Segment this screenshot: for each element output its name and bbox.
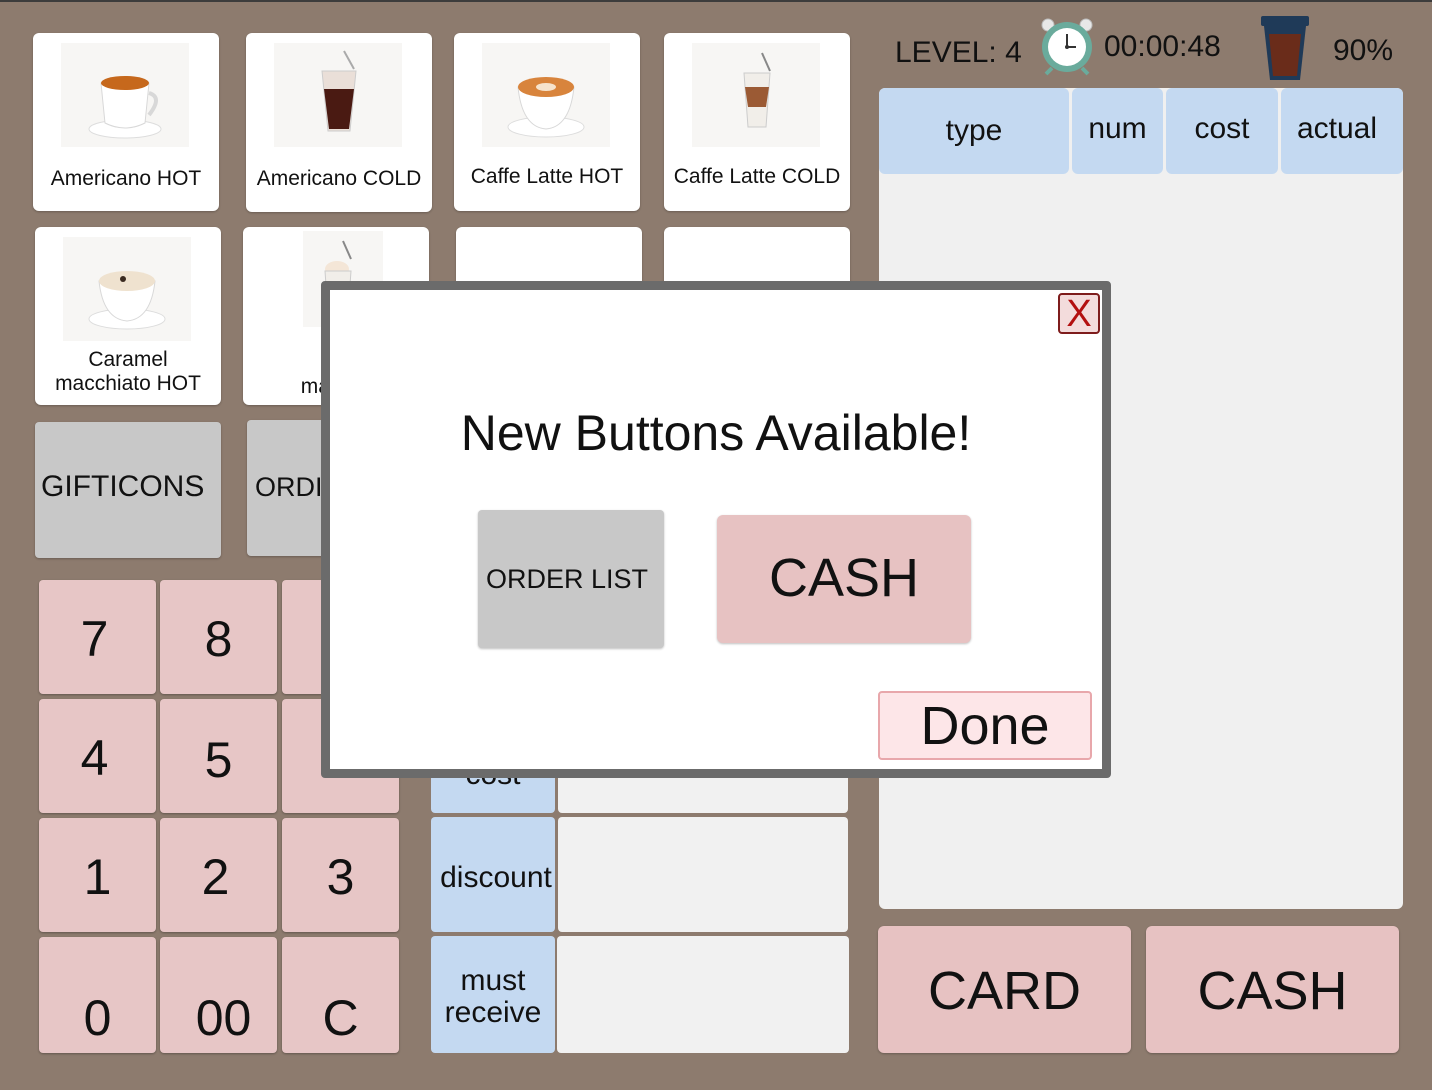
- menu-item-label: Caffe Latte COLD: [673, 165, 841, 188]
- caramel-macchiato-hot-image: [63, 237, 191, 341]
- dialog-title: New Buttons Available!: [460, 405, 972, 461]
- americano-hot-image: [61, 43, 189, 147]
- gifticons-label: GIFTICONS: [41, 470, 205, 503]
- alarm-clock-icon: [1038, 16, 1096, 76]
- order-list-preview-label: ORDER LIST: [486, 564, 649, 594]
- close-icon: X: [1066, 293, 1092, 335]
- key-label: 00: [195, 990, 252, 1046]
- key-label: 5: [204, 732, 233, 788]
- header-label: type: [945, 114, 1003, 147]
- cash-pay-button[interactable]: CASH: [1146, 926, 1399, 1053]
- key-2[interactable]: 2: [160, 818, 277, 932]
- cash-preview-label: CASH: [768, 548, 920, 608]
- must-receive-label-cell: must receive: [431, 936, 555, 1053]
- caffe-latte-hot-image: [482, 43, 610, 147]
- key-label: 2: [201, 849, 230, 905]
- americano-cold-image: [274, 43, 402, 147]
- menu-item-label: Caramel: [88, 348, 168, 371]
- top-border: [0, 0, 1432, 2]
- order-list-label: ORDI: [255, 472, 323, 502]
- key-5[interactable]: 5: [160, 699, 277, 813]
- timer-display: 00:00:48: [1104, 30, 1221, 63]
- key-3[interactable]: 3: [282, 818, 399, 932]
- menu-item-caffe-latte-cold[interactable]: Caffe Latte COLD: [664, 33, 850, 211]
- menu-item-americano-hot[interactable]: Americano HOT: [33, 33, 219, 211]
- order-header-type: type: [879, 88, 1069, 174]
- close-button[interactable]: X: [1058, 293, 1100, 334]
- key-label: C: [322, 990, 359, 1046]
- key-8[interactable]: 8: [160, 580, 277, 694]
- caffe-latte-cold-image: [692, 43, 820, 147]
- order-list-preview-button[interactable]: ORDER LIST: [478, 510, 664, 648]
- menu-item-label: Americano HOT: [50, 167, 202, 190]
- order-header-cost: cost: [1166, 88, 1278, 174]
- key-label: 8: [204, 611, 233, 667]
- key-00[interactable]: 00: [160, 937, 277, 1053]
- done-button[interactable]: Done: [878, 691, 1092, 760]
- menu-item-label: Caffe Latte HOT: [470, 165, 624, 188]
- discount-field: [558, 817, 848, 932]
- discount-label: discount: [440, 861, 552, 894]
- must-receive-label-line1: must: [460, 964, 526, 997]
- key-label: 1: [83, 849, 112, 905]
- header-label: num: [1088, 112, 1147, 145]
- key-label: 4: [80, 730, 109, 786]
- header-label: cost: [1194, 112, 1250, 145]
- key-7[interactable]: 7: [39, 580, 156, 694]
- order-header-num: num: [1072, 88, 1163, 174]
- done-label: Done: [920, 696, 1050, 756]
- menu-item-caffe-latte-hot[interactable]: Caffe Latte HOT: [454, 33, 640, 211]
- discount-label-cell: discount: [431, 817, 555, 932]
- header-label: actual: [1296, 112, 1378, 145]
- key-1[interactable]: 1: [39, 818, 156, 932]
- level-indicator: LEVEL: 4: [895, 36, 1022, 69]
- new-buttons-dialog: X New Buttons Available! ORDER LIST CASH…: [321, 281, 1111, 778]
- menu-item-americano-cold[interactable]: Americano COLD: [246, 33, 432, 212]
- menu-item-caramel-macchiato-hot[interactable]: Caramel macchiato HOT: [35, 227, 221, 405]
- key-label: 3: [326, 849, 355, 905]
- cup-fill-percent: 90%: [1333, 34, 1394, 67]
- menu-item-label: Americano COLD: [256, 167, 422, 190]
- must-receive-field: [557, 936, 849, 1053]
- cash-preview-button[interactable]: CASH: [717, 515, 971, 643]
- key-label: 7: [80, 611, 109, 667]
- cash-pay-label: CASH: [1197, 961, 1348, 1021]
- order-header-actual: actual: [1281, 88, 1403, 174]
- menu-item-label: macchiato HOT: [55, 372, 201, 395]
- key-0[interactable]: 0: [39, 937, 156, 1053]
- gifticons-button[interactable]: GIFTICONS: [35, 422, 221, 558]
- must-receive-label-line2: receive: [444, 996, 542, 1029]
- card-pay-label: CARD: [927, 961, 1081, 1021]
- coffee-cup-icon: [1258, 14, 1312, 82]
- key-clear[interactable]: C: [282, 937, 399, 1053]
- key-label: 0: [83, 990, 112, 1046]
- card-pay-button[interactable]: CARD: [878, 926, 1131, 1053]
- key-4[interactable]: 4: [39, 699, 156, 813]
